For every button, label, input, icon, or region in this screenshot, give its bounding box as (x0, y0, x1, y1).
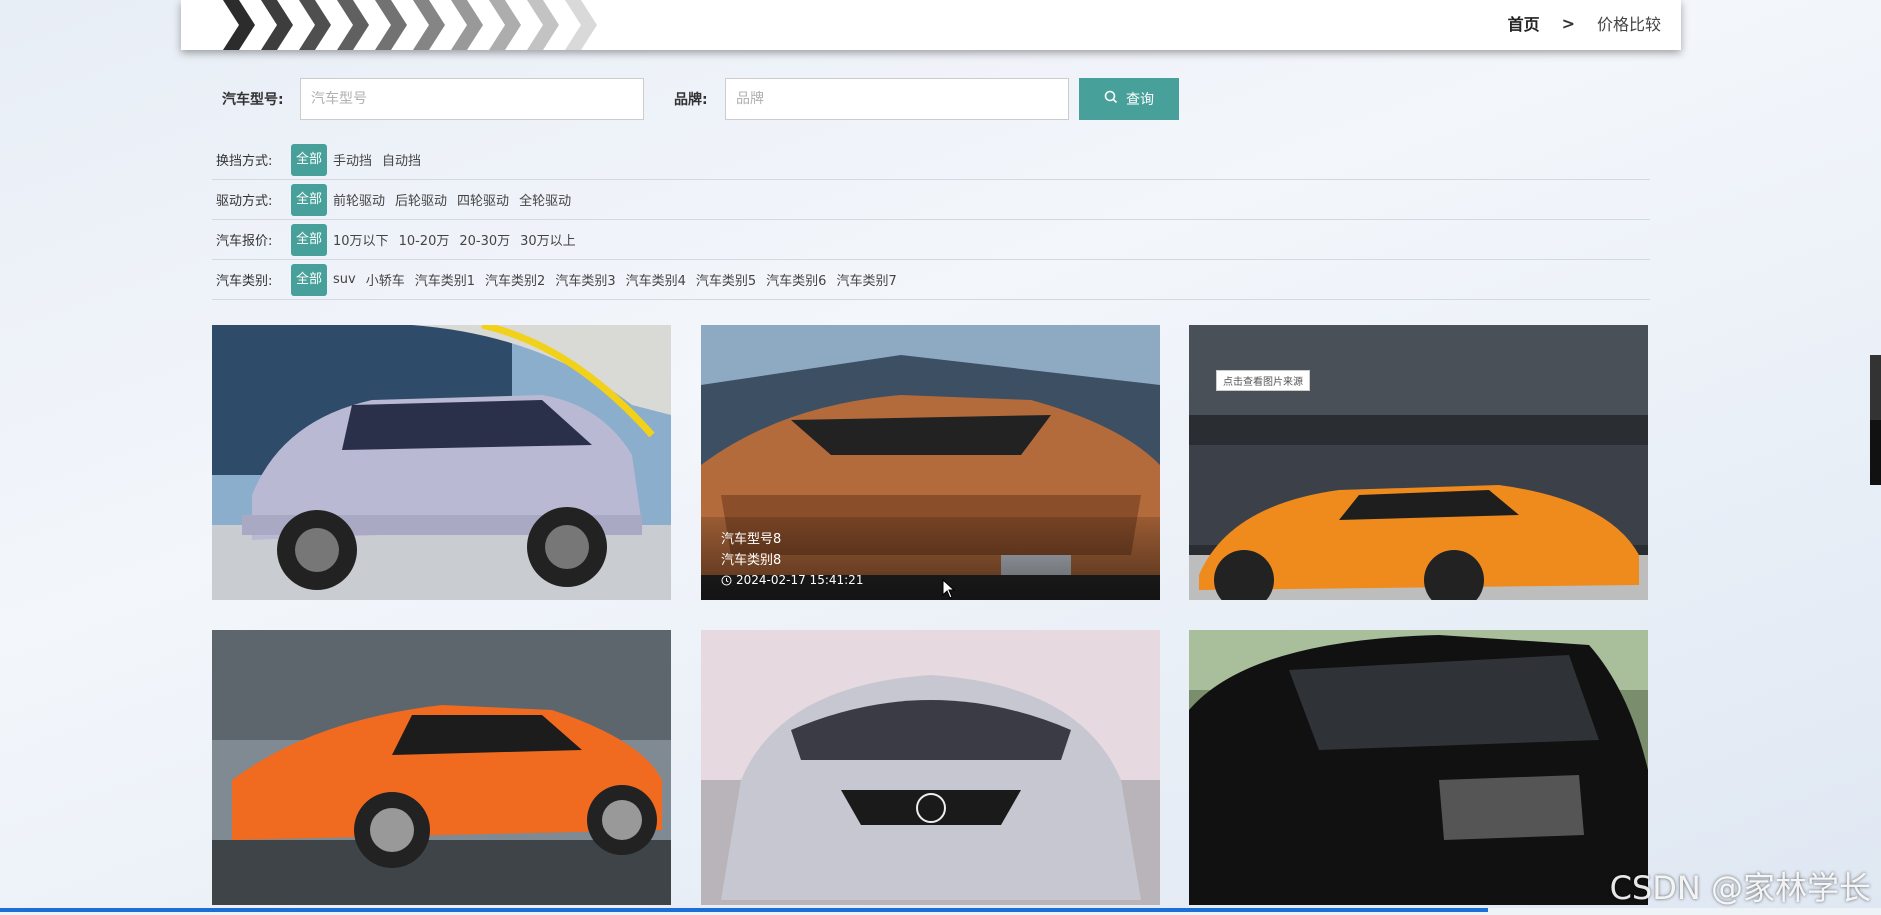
clock-icon (721, 575, 732, 586)
chevron-shape (373, 0, 411, 50)
car-card[interactable] (1189, 630, 1648, 905)
car-card[interactable] (212, 325, 671, 600)
card-time-text: 2024-02-17 15:41:21 (736, 573, 864, 587)
chevron-shape (563, 0, 601, 50)
image-source-tag[interactable]: 点击查看图片来源 (1216, 370, 1310, 391)
filter-option[interactable]: 全部 (291, 263, 328, 296)
card-time: 2024-02-17 15:41:21 (721, 573, 1140, 587)
watermark: CSDN @家林学长 (1609, 869, 1871, 907)
model-search-input[interactable] (300, 78, 644, 120)
progress-fill (0, 908, 1488, 912)
chevron-shape (525, 0, 563, 50)
top-header: 首页 > 价格比较 (181, 0, 1681, 50)
chevron-shape (259, 0, 297, 50)
chevron-shape (221, 0, 259, 50)
breadcrumb-separator: > (1561, 13, 1575, 33)
filter-panel: 换挡方式: 全部 手动挡 自动挡 驱动方式: 全部 前轮驱动 后轮驱动 四轮驱动 全轮驱动 汽车报价… (212, 140, 1650, 300)
card-model: 汽车型号8 (721, 532, 782, 547)
filter-option[interactable]: 汽车类别2 (485, 270, 545, 289)
car-card[interactable] (701, 630, 1160, 905)
car-image (212, 325, 671, 600)
filter-option[interactable]: suv (333, 272, 356, 287)
car-image (1189, 630, 1648, 905)
car-card[interactable] (212, 630, 671, 905)
filter-label: 汽车类别: (216, 274, 273, 289)
chevron-shape (335, 0, 373, 50)
filter-option[interactable]: 后轮驱动 (395, 190, 447, 209)
filter-option[interactable]: 汽车类别6 (766, 270, 826, 289)
filter-option[interactable]: 汽车类别1 (415, 270, 475, 289)
scrollbar-thumb-dark[interactable] (1870, 420, 1881, 485)
filter-option[interactable]: 汽车类别4 (626, 270, 686, 289)
car-card[interactable]: 汽车型号8 汽车类别8 2024-02-17 15:41:21 (701, 325, 1160, 600)
filter-row: 汽车报价: 全部 10万以下 10-20万 20-30万 30万以上 (212, 220, 1650, 260)
filter-label: 换挡方式: (216, 154, 273, 169)
breadcrumb-home-link[interactable]: 首页 (1508, 11, 1540, 35)
car-image (1189, 325, 1648, 600)
chevron-shape (411, 0, 449, 50)
filter-row: 换挡方式: 全部 手动挡 自动挡 (212, 140, 1650, 180)
filter-label: 汽车报价: (216, 234, 273, 249)
filter-option[interactable]: 30万以上 (520, 230, 576, 249)
search-bar: 汽车型号: 品牌: 查询 (200, 78, 1179, 120)
car-image (212, 630, 671, 905)
search-button-label: 查询 (1126, 92, 1154, 108)
search-button[interactable]: 查询 (1079, 78, 1179, 120)
breadcrumb-current: 价格比较 (1596, 15, 1661, 34)
filter-option[interactable]: 四轮驱动 (457, 190, 509, 209)
filter-option[interactable]: 全部 (291, 143, 328, 176)
filter-option[interactable]: 自动挡 (382, 150, 421, 169)
filter-option[interactable]: 全部 (291, 183, 328, 216)
filter-option[interactable]: 小轿车 (366, 270, 405, 289)
chevron-shape (449, 0, 487, 50)
car-image (701, 630, 1160, 905)
brand-search-input[interactable] (725, 78, 1069, 120)
filter-option[interactable]: 汽车类别7 (836, 270, 896, 289)
card-info-overlay: 汽车型号8 汽车类别8 2024-02-17 15:41:21 (701, 517, 1160, 600)
chevron-banner (221, 0, 601, 50)
filter-option[interactable]: 汽车类别5 (696, 270, 756, 289)
filter-option[interactable]: 手动挡 (333, 150, 372, 169)
filter-row: 驱动方式: 全部 前轮驱动 后轮驱动 四轮驱动 全轮驱动 (212, 180, 1650, 220)
progress-bar (0, 908, 1881, 915)
chevron-shape (297, 0, 335, 50)
filter-option[interactable]: 汽车类别3 (555, 270, 615, 289)
filter-row: 汽车类别: 全部 suv 小轿车 汽车类别1 汽车类别2 汽车类别3 汽车类别4 汽车类别5 汽车… (212, 260, 1650, 300)
filter-option[interactable]: 全部 (291, 223, 328, 256)
filter-option[interactable]: 前轮驱动 (333, 190, 385, 209)
breadcrumb: 首页 > 价格比较 (1508, 11, 1661, 35)
card-category: 汽车类别8 (721, 553, 782, 568)
filter-label: 驱动方式: (216, 194, 273, 209)
filter-option[interactable]: 10-20万 (399, 230, 450, 249)
car-card[interactable]: 点击查看图片来源 (1189, 325, 1648, 600)
search-icon (1104, 90, 1118, 108)
filter-option[interactable]: 全轮驱动 (519, 190, 571, 209)
chevron-shape (487, 0, 525, 50)
model-label: 汽车型号: (222, 92, 284, 108)
mouse-cursor-icon (942, 578, 956, 603)
filter-option[interactable]: 10万以下 (333, 230, 389, 249)
brand-label: 品牌: (674, 92, 708, 108)
filter-option[interactable]: 20-30万 (459, 230, 510, 249)
